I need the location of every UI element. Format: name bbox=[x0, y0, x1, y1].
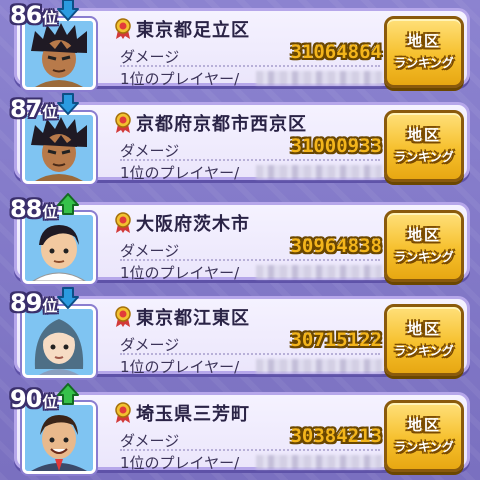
region-ranking-button[interactable]: 地区 ランキング bbox=[384, 16, 464, 88]
rank-number: 86 bbox=[10, 1, 42, 29]
region-name: 大阪府茨木市 bbox=[136, 214, 250, 235]
damage-label: ダメージ bbox=[120, 242, 180, 260]
rank-number: 87 bbox=[10, 95, 42, 123]
divider bbox=[120, 159, 380, 161]
down-arrow-icon bbox=[57, 287, 79, 309]
region-row: 東京都足立区 bbox=[114, 16, 250, 42]
rank-suffix: 位 bbox=[42, 203, 57, 221]
region-ranking-button[interactable]: 地区 ランキング bbox=[384, 210, 464, 282]
rank-suffix: 位 bbox=[42, 9, 57, 27]
damage-value: 30384213 bbox=[290, 425, 382, 447]
rank-badge: 90 位 bbox=[10, 383, 57, 413]
rank-number: 90 bbox=[10, 385, 42, 413]
down-arrow-icon bbox=[57, 0, 79, 21]
region-name: 東京都足立区 bbox=[136, 20, 250, 41]
ranking-row: 90 位 埼玉県三芳町 ダメージ 30384213 1位のプレイヤー/ 地区 ラ… bbox=[10, 383, 470, 474]
ranking-row: 87 位 京都府京都市西京区 ダメージ 31000933 1位のプレイヤー/ 地… bbox=[10, 93, 470, 184]
medal-icon bbox=[115, 212, 131, 233]
ranking-row: 89 位 東京都江東区 ダメージ 30715122 1位のプレイヤー/ 地区 ラ… bbox=[10, 287, 470, 378]
damage-label: ダメージ bbox=[120, 432, 180, 450]
up-arrow-icon bbox=[57, 383, 79, 405]
region-ranking-button-line2: ランキング bbox=[394, 150, 454, 164]
top-player-name-blurred bbox=[256, 165, 382, 179]
rank-badge: 89 位 bbox=[10, 287, 57, 317]
region-ranking-button-line1: 地区 bbox=[406, 416, 441, 434]
rank-suffix: 位 bbox=[42, 393, 57, 411]
rank-badge: 86 位 bbox=[10, 0, 57, 29]
region-ranking-button-line1: 地区 bbox=[406, 226, 441, 244]
damage-label: ダメージ bbox=[120, 48, 180, 66]
rank-suffix: 位 bbox=[42, 297, 57, 315]
region-name: 東京都江東区 bbox=[136, 308, 250, 329]
divider bbox=[120, 259, 380, 261]
region-row: 大阪府茨木市 bbox=[114, 210, 250, 236]
top-player-name-blurred bbox=[256, 71, 382, 85]
region-ranking-button-line2: ランキング bbox=[394, 56, 454, 70]
medal-icon bbox=[115, 18, 131, 39]
damage-label: ダメージ bbox=[120, 336, 180, 354]
region-ranking-button[interactable]: 地区 ランキング bbox=[384, 304, 464, 376]
region-name: 埼玉県三芳町 bbox=[136, 404, 250, 425]
top-player-name-blurred bbox=[256, 265, 382, 279]
region-ranking-button[interactable]: 地区 ランキング bbox=[384, 110, 464, 182]
top-player-label: 1位のプレイヤー/ bbox=[120, 70, 240, 88]
divider bbox=[120, 353, 380, 355]
up-arrow-icon bbox=[57, 193, 79, 215]
medal-icon bbox=[115, 402, 131, 423]
damage-label: ダメージ bbox=[120, 142, 180, 160]
damage-value: 30964838 bbox=[290, 235, 382, 257]
ranking-row: 88 位 大阪府茨木市 ダメージ 30964838 1位のプレイヤー/ 地区 ラ… bbox=[10, 193, 470, 284]
ranking-row: 86 位 東京都足立区 ダメージ 31064864 1位のプレイヤー/ 地区 ラ… bbox=[10, 0, 470, 90]
region-ranking-button-line2: ランキング bbox=[394, 440, 454, 454]
region-ranking-button-line2: ランキング bbox=[394, 250, 454, 264]
region-row: 京都府京都市西京区 bbox=[114, 110, 307, 136]
rank-badge: 88 位 bbox=[10, 193, 57, 223]
rank-badge: 87 位 bbox=[10, 93, 57, 123]
rank-number: 89 bbox=[10, 289, 42, 317]
region-name: 京都府京都市西京区 bbox=[136, 114, 307, 135]
region-ranking-button-line2: ランキング bbox=[394, 344, 454, 358]
region-ranking-button-line1: 地区 bbox=[406, 32, 441, 50]
top-player-name-blurred bbox=[256, 359, 382, 373]
ranking-list: 86 位 東京都足立区 ダメージ 31064864 1位のプレイヤー/ 地区 ラ… bbox=[0, 0, 480, 480]
rank-suffix: 位 bbox=[42, 103, 57, 121]
divider bbox=[120, 449, 380, 451]
down-arrow-icon bbox=[57, 93, 79, 115]
top-player-label: 1位のプレイヤー/ bbox=[120, 264, 240, 282]
region-row: 埼玉県三芳町 bbox=[114, 400, 250, 426]
damage-value: 31000933 bbox=[290, 135, 382, 157]
top-player-label: 1位のプレイヤー/ bbox=[120, 164, 240, 182]
region-ranking-button[interactable]: 地区 ランキング bbox=[384, 400, 464, 472]
medal-icon bbox=[115, 112, 131, 133]
top-player-name-blurred bbox=[256, 455, 382, 469]
medal-icon bbox=[115, 306, 131, 327]
divider bbox=[120, 65, 380, 67]
damage-value: 30715122 bbox=[290, 329, 382, 351]
region-ranking-button-line1: 地区 bbox=[406, 126, 441, 144]
rank-number: 88 bbox=[10, 195, 42, 223]
damage-value: 31064864 bbox=[290, 41, 382, 63]
region-ranking-button-line1: 地区 bbox=[406, 320, 441, 338]
top-player-label: 1位のプレイヤー/ bbox=[120, 454, 240, 472]
top-player-label: 1位のプレイヤー/ bbox=[120, 358, 240, 376]
region-row: 東京都江東区 bbox=[114, 304, 250, 330]
